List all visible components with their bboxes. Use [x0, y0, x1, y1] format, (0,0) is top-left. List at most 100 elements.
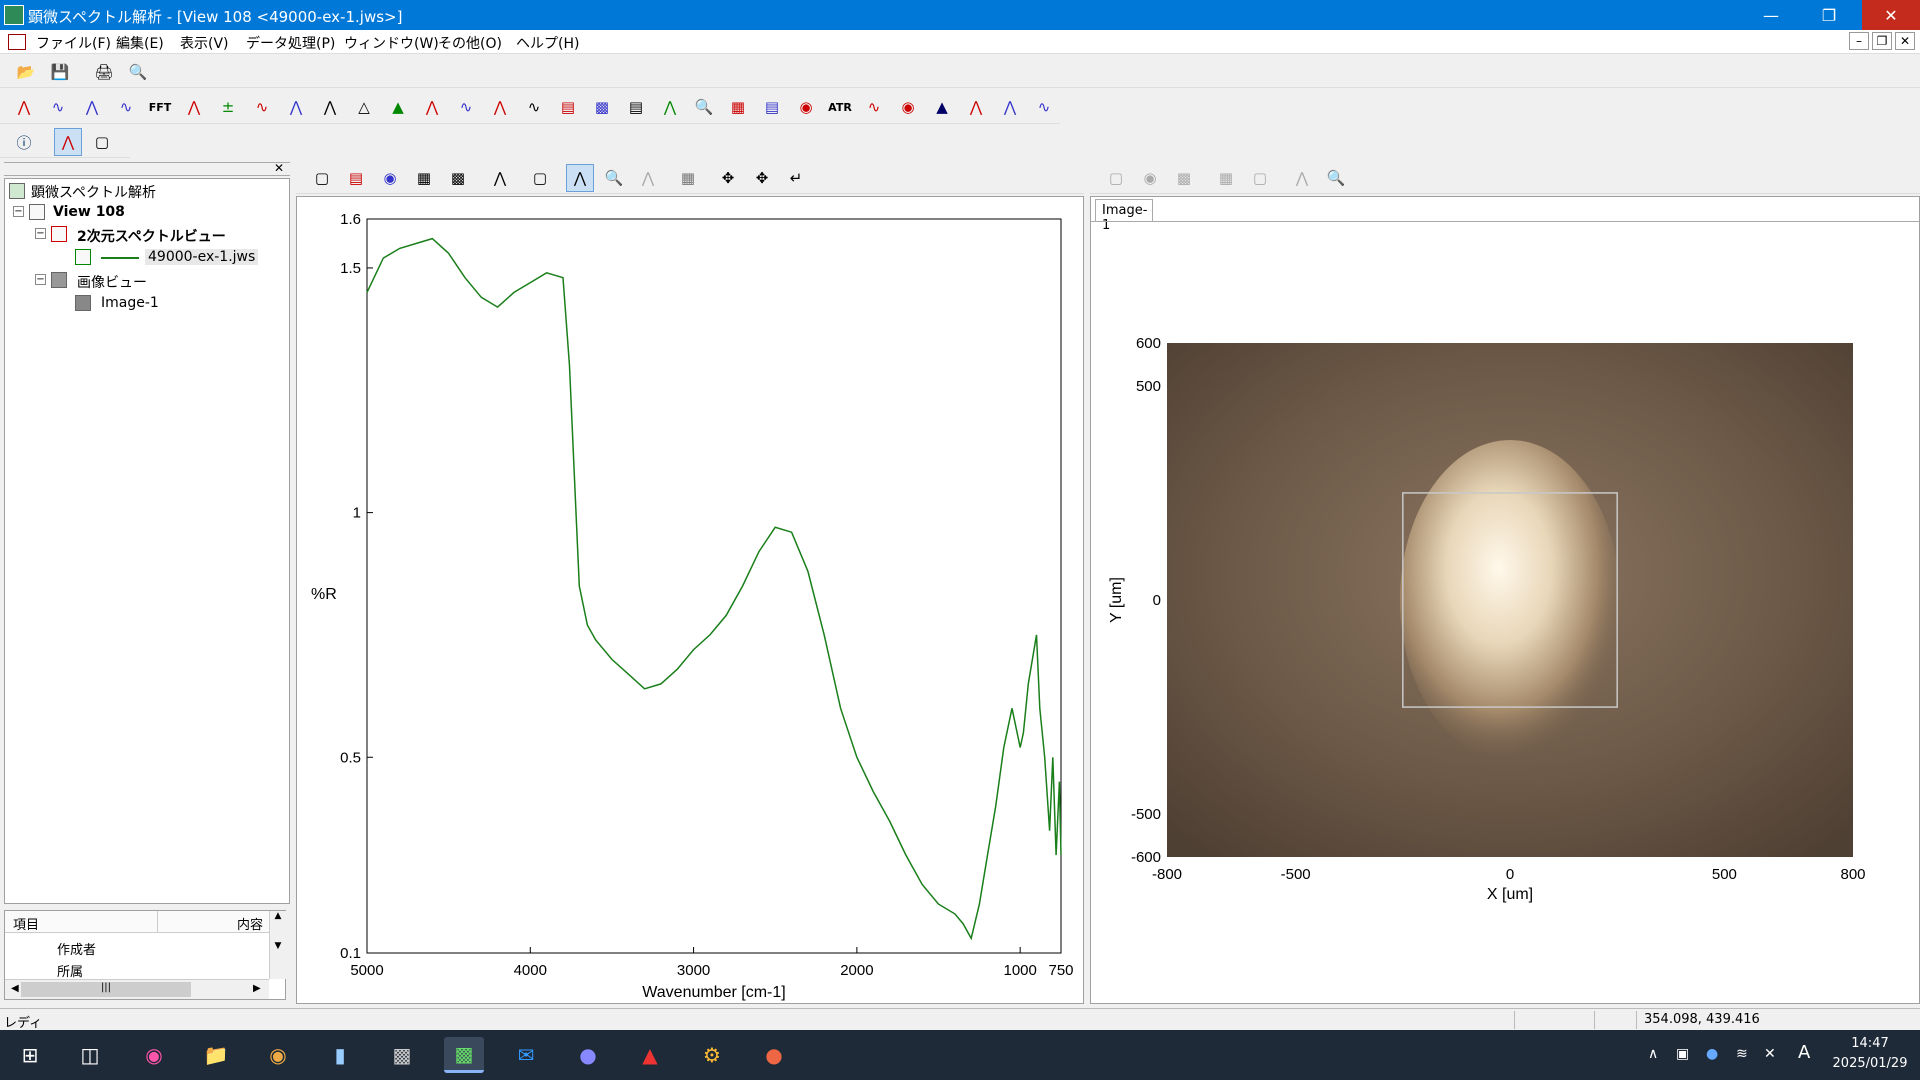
menu-edit[interactable]: 編集(E) — [116, 33, 164, 53]
collapse-icon[interactable]: − — [35, 274, 46, 285]
multi-table-icon[interactable]: ▤ — [758, 93, 786, 121]
overlay-view-icon[interactable]: ▢ — [526, 164, 554, 192]
camera-app-icon[interactable]: ◉ — [134, 1037, 174, 1073]
grid-icon[interactable]: ▦ — [410, 164, 438, 192]
print-preview-icon[interactable]: 🔍 — [124, 58, 152, 86]
kk-icon[interactable]: ⋀ — [282, 93, 310, 121]
fft-button[interactable]: FFT — [146, 93, 174, 121]
scale-icon[interactable]: ⋀ — [486, 164, 514, 192]
move-icon[interactable]: ✥ — [748, 164, 776, 192]
menu-help[interactable]: ヘルプ(H) — [516, 33, 579, 53]
peak-label-icon[interactable]: ▩ — [444, 164, 472, 192]
notes-app-icon[interactable]: ▮ — [320, 1037, 360, 1073]
tab-image-1[interactable]: Image-1 — [1095, 199, 1153, 233]
image-grid-icon[interactable]: ▦ — [1212, 164, 1240, 192]
collapse-icon[interactable]: − — [13, 206, 24, 217]
spectrum-icon[interactable]: ⋀ — [10, 93, 38, 121]
teams-icon[interactable]: ● — [568, 1037, 608, 1073]
task-view-icon[interactable]: ◫ — [70, 1037, 110, 1073]
start-button[interactable]: ⊞ — [10, 1037, 50, 1073]
image-zoom-icon[interactable]: 🔍 — [1322, 164, 1350, 192]
tree-view[interactable]: View 108 — [53, 204, 125, 220]
wizard-icon[interactable]: ▲ — [928, 93, 956, 121]
tree-image[interactable]: Image-1 — [101, 295, 159, 311]
close-button[interactable]: ✕ — [1862, 0, 1920, 30]
clock-date[interactable]: 2025/01/29 — [1828, 1056, 1912, 1071]
peak-icon[interactable]: ⋀ — [180, 93, 208, 121]
menu-other[interactable]: その他(O) — [438, 33, 502, 53]
tray-chevron-icon[interactable]: ∧ — [1648, 1046, 1658, 1062]
horizontal-scrollbar[interactable]: ◀ ||| ▶ — [5, 979, 269, 999]
smoothing-icon[interactable]: ∿ — [44, 93, 72, 121]
collapse-icon[interactable]: − — [35, 228, 46, 239]
file-explorer-icon[interactable]: 📁 — [196, 1037, 236, 1073]
volume-muted-icon[interactable]: ✕ — [1764, 1046, 1776, 1062]
fit-icon[interactable]: ▦ — [674, 164, 702, 192]
ime-indicator[interactable]: A — [1798, 1042, 1810, 1063]
tree-spectrum-file[interactable]: 49000-ex-1.jws — [145, 249, 259, 265]
print-icon[interactable]: 🖨 — [90, 58, 118, 86]
spectrum-app-icon[interactable]: ▩ — [444, 1037, 484, 1073]
minimize-button[interactable]: — — [1742, 0, 1800, 30]
peak-width-icon[interactable]: ⋀ — [418, 93, 446, 121]
acrobat-icon[interactable]: ▲ — [630, 1037, 670, 1073]
menu-file[interactable]: ファイル(F) — [36, 33, 111, 53]
image-axis-icon[interactable]: ▢ — [1102, 164, 1130, 192]
spectrum-chart[interactable]: 5000 4000 3000 2000 1000 750 0.1 0.5 1 1.5 1.6 Wa… — [297, 197, 1083, 1003]
bar-chart-icon[interactable]: ▩ — [588, 93, 616, 121]
compare-icon[interactable]: ∿ — [520, 93, 548, 121]
tray-device-icon[interactable]: ▣ — [1676, 1046, 1689, 1062]
curve-fit-icon[interactable]: ∿ — [452, 93, 480, 121]
mdi-restore-button[interactable]: ❐ — [1872, 32, 1892, 50]
peak-find-icon[interactable]: ⋀ — [316, 93, 344, 121]
network-app-icon[interactable]: ▩ — [382, 1037, 422, 1073]
image-plot[interactable]: -800 -500 0 500 800 600 500 0 -500 -600 X [um] Y… — [1091, 221, 1919, 1003]
water-correction-icon[interactable]: ◉ — [894, 93, 922, 121]
atr-button[interactable]: ATR — [826, 93, 854, 121]
powerpoint-icon[interactable]: ● — [754, 1037, 794, 1073]
legend-icon[interactable]: ▤ — [342, 164, 370, 192]
co2-correction-icon[interactable]: ◉ — [792, 93, 820, 121]
peak-pick-icon[interactable]: ⋀ — [634, 164, 662, 192]
zoom-icon[interactable]: 🔍 — [600, 164, 628, 192]
outlook-icon[interactable]: ✉ — [506, 1037, 546, 1073]
tree-image-view[interactable]: 画像ビュー — [77, 272, 147, 292]
return-icon[interactable]: ↵ — [782, 164, 810, 192]
image-color-icon[interactable]: ◉ — [1136, 164, 1164, 192]
image-label-icon[interactable]: ▩ — [1170, 164, 1198, 192]
interpolate-icon[interactable]: ∿ — [248, 93, 276, 121]
open-folder-icon[interactable]: 📂 — [12, 58, 40, 86]
tree-root[interactable]: 顕微スペクトル解析 — [31, 182, 156, 202]
color-icon[interactable]: ◉ — [376, 164, 404, 192]
restore-button[interactable]: ❐ — [1800, 0, 1858, 30]
document-page-icon[interactable]: ▤ — [622, 93, 650, 121]
panel-close-icon[interactable]: ✕ — [274, 161, 284, 175]
quant-icon[interactable]: ⋀ — [962, 93, 990, 121]
baseline-icon[interactable]: ∿ — [112, 93, 140, 121]
col-content[interactable]: 内容 — [237, 914, 263, 933]
image-view-icon[interactable]: ▢ — [88, 128, 116, 156]
overlay-icon[interactable]: ⋀ — [656, 93, 684, 121]
mdi-close-button[interactable]: ✕ — [1895, 32, 1915, 50]
menu-view[interactable]: 表示(V) — [180, 33, 229, 53]
col-item[interactable]: 項目 — [13, 914, 39, 933]
derivative-icon[interactable]: ⋀ — [78, 93, 106, 121]
utility-app-icon[interactable]: ⚙ — [692, 1037, 732, 1073]
peak-height-icon[interactable]: △ — [350, 93, 378, 121]
image-peak-icon[interactable]: ⋀ — [1288, 164, 1316, 192]
magnify-icon[interactable]: 🔍 — [690, 93, 718, 121]
noise-icon[interactable]: ∿ — [860, 93, 888, 121]
tray-app-icon[interactable]: ● — [1706, 1046, 1718, 1062]
multi-peak-icon[interactable]: ⋀ — [996, 93, 1024, 121]
menu-window[interactable]: ウィンドウ(W) — [344, 33, 439, 53]
vertical-scrollbar[interactable]: ▲ ▼ — [269, 911, 286, 979]
stack-icon[interactable]: ∿ — [1030, 93, 1058, 121]
wifi-icon[interactable]: ≋ — [1736, 1046, 1748, 1062]
axis-settings-icon[interactable]: ▢ — [308, 164, 336, 192]
image-select-icon[interactable]: ▢ — [1246, 164, 1274, 192]
mdi-minimize-button[interactable]: – — [1849, 32, 1869, 50]
cursor-icon[interactable]: ⋀ — [566, 164, 594, 192]
tree-spectrum-view[interactable]: 2次元スペクトルビュー — [77, 226, 226, 246]
peak-area-icon[interactable]: ▲ — [384, 93, 412, 121]
chrome-icon[interactable]: ◉ — [258, 1037, 298, 1073]
